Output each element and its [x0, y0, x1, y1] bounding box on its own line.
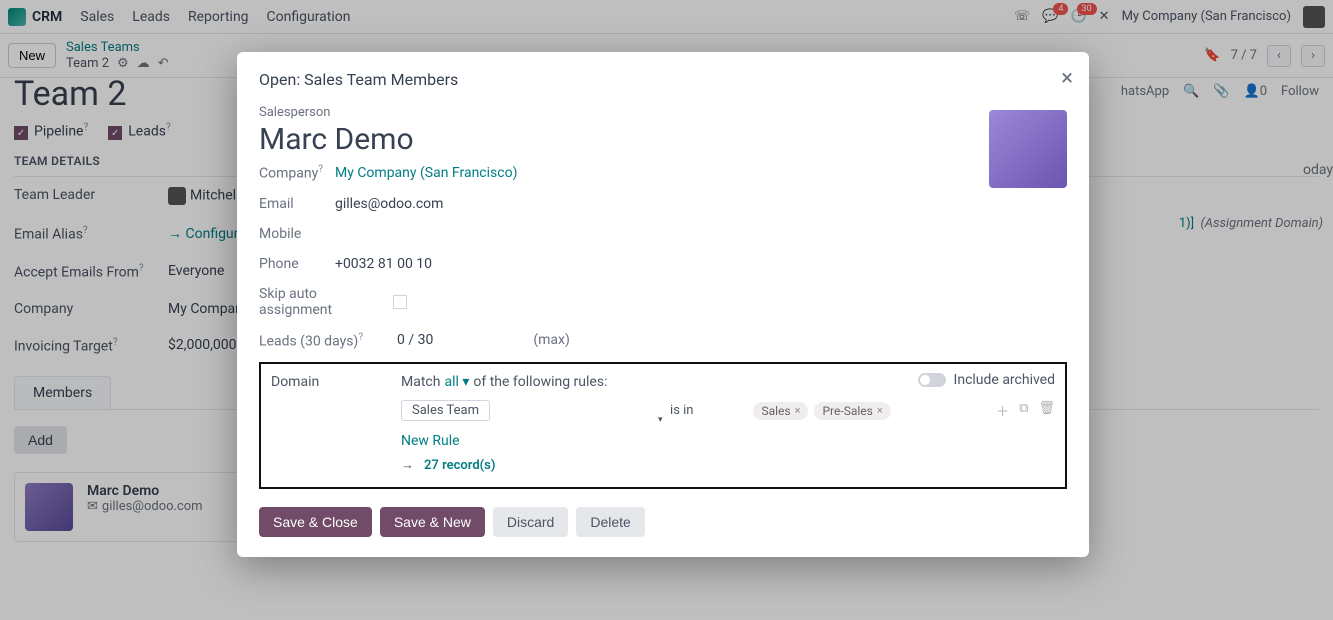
m-phone-value[interactable]: +0032 81 00 10	[335, 256, 432, 272]
m-email-label: Email	[259, 196, 335, 212]
m-company-label: Company	[259, 166, 318, 182]
close-icon[interactable]: ×	[1061, 66, 1073, 91]
leads30-max: (max)	[533, 332, 570, 348]
m-mobile-label: Mobile	[259, 226, 335, 242]
m-email-value[interactable]: gilles@odoo.com	[335, 196, 443, 212]
add-rule-icon[interactable]: ＋	[996, 401, 1009, 420]
modal-title: Open: Sales Team Members	[259, 70, 1067, 89]
salesperson-label: Salesperson	[259, 105, 1067, 120]
domain-editor: Domain Match all ▾ of the following rule…	[259, 362, 1067, 489]
records-count[interactable]: 27 record(s)	[424, 458, 495, 473]
match-pre: Match	[401, 374, 440, 390]
tag-sales: Sales×	[753, 402, 808, 420]
save-new-button[interactable]: Save & New	[380, 507, 485, 537]
tag-remove-icon[interactable]: ×	[795, 404, 801, 417]
m-phone-label: Phone	[259, 256, 335, 272]
tag-presales: Pre-Sales×	[814, 402, 890, 420]
save-close-button[interactable]: Save & Close	[259, 507, 372, 537]
match-all-selector[interactable]: all ▾	[444, 374, 469, 390]
discard-button[interactable]: Discard	[493, 507, 568, 537]
modal-sales-team-member: Open: Sales Team Members × Salesperson M…	[237, 52, 1089, 557]
salesperson-avatar[interactable]	[989, 110, 1067, 188]
leads30-value[interactable]: 0 / 30	[397, 332, 433, 348]
arrow-icon: →	[401, 457, 414, 473]
branch-rule-icon[interactable]: ⧉	[1019, 401, 1028, 420]
include-archived-label: Include archived	[954, 372, 1055, 388]
skip-label: Skip auto assignment	[259, 286, 387, 318]
rule-field[interactable]: Sales Team	[401, 400, 490, 421]
tag-remove-icon[interactable]: ×	[877, 404, 883, 417]
skip-checkbox[interactable]	[393, 295, 407, 309]
leads30-label: Leads (30 days)	[259, 333, 358, 349]
rule-values[interactable]: Sales× Pre-Sales×	[753, 402, 890, 420]
new-rule-link[interactable]: New Rule	[401, 433, 1055, 449]
delete-button[interactable]: Delete	[576, 507, 644, 537]
include-archived-toggle[interactable]	[918, 373, 946, 387]
match-post: of the following rules:	[473, 374, 607, 390]
delete-rule-icon[interactable]: 🗑	[1038, 401, 1055, 420]
salesperson-name[interactable]: Marc Demo	[259, 122, 1067, 157]
m-company-value[interactable]: My Company (San Francisco)	[335, 165, 517, 181]
domain-label: Domain	[271, 374, 401, 390]
rule-operator[interactable]: ▾is in	[670, 403, 693, 418]
